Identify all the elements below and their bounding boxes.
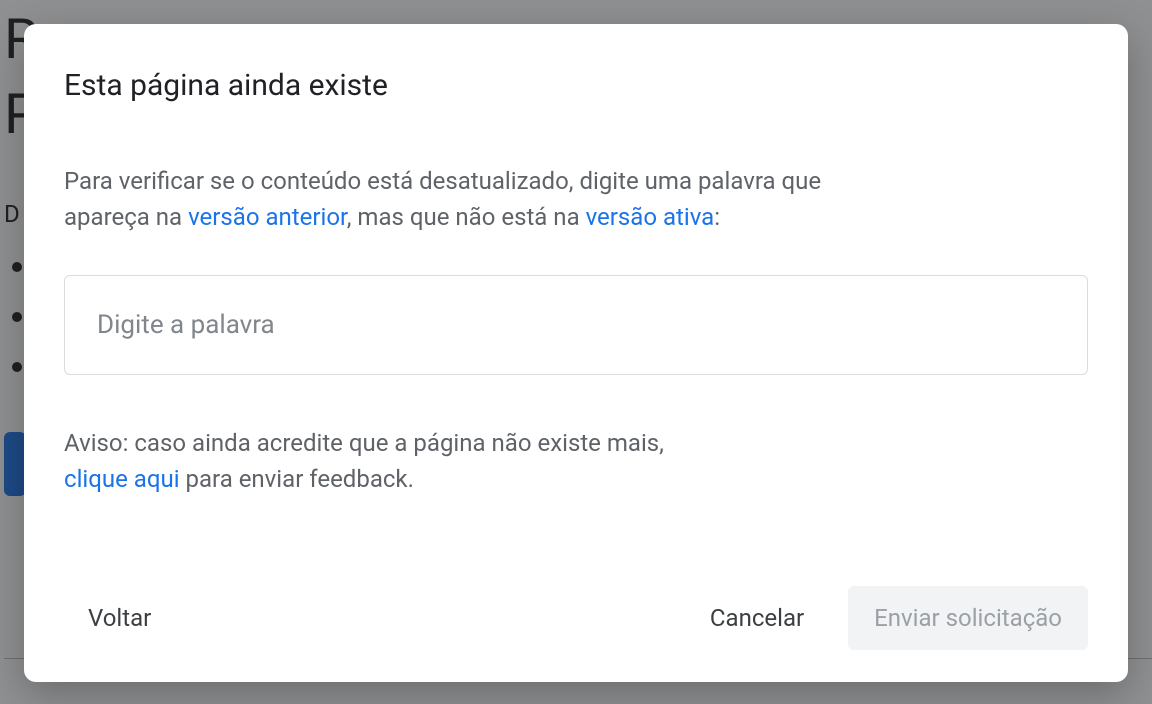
warning-text-1: Aviso: caso ainda acredite que a página … (64, 429, 664, 457)
warning-text-2: para enviar feedback. (180, 465, 414, 493)
submit-button[interactable]: Enviar solicitação (848, 586, 1088, 650)
dialog-intro: Para verificar se o conteúdo está desatu… (64, 163, 864, 235)
intro-text-2: , mas que não está na (347, 203, 586, 231)
word-input[interactable] (64, 275, 1088, 375)
previous-version-link[interactable]: versão anterior (188, 203, 347, 231)
feedback-link[interactable]: clique aqui (64, 465, 180, 493)
dialog-title: Esta página ainda existe (64, 68, 1088, 103)
live-version-link[interactable]: versão ativa (586, 203, 715, 231)
back-button[interactable]: Voltar (64, 588, 175, 648)
intro-text-3: : (714, 203, 720, 231)
dialog-warning: Aviso: caso ainda acredite que a página … (64, 425, 1088, 497)
dialog-actions: Voltar Cancelar Enviar solicitação (64, 586, 1088, 650)
page-exists-dialog: Esta página ainda existe Para verificar … (24, 24, 1128, 682)
word-input-wrap (64, 275, 1088, 375)
cancel-button[interactable]: Cancelar (686, 588, 828, 648)
